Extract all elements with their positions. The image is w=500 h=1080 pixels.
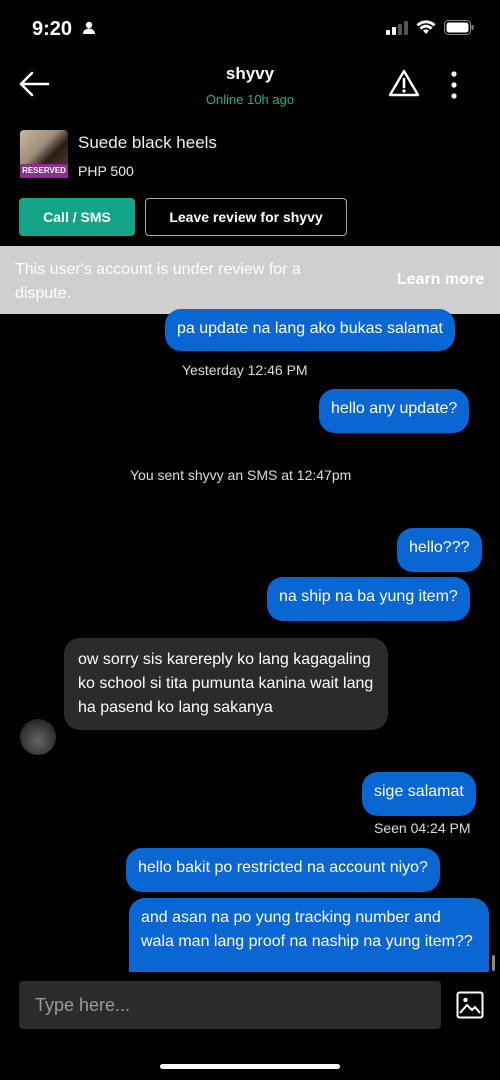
more-options-icon[interactable]: [444, 70, 464, 100]
scrollbar[interactable]: [492, 955, 495, 971]
person-icon: [82, 21, 95, 34]
learn-more-link[interactable]: Learn more: [397, 271, 484, 289]
image-attach-icon[interactable]: [456, 991, 484, 1019]
message-bubble-out[interactable]: sige salamat: [362, 772, 476, 816]
banner-text: This user's account is under review for …: [15, 261, 301, 302]
sms-sent-notice: You sent shyvy an SMS at 12:47pm: [130, 467, 352, 483]
status-time-text: 9:20: [32, 18, 73, 40]
signal-icon: [386, 20, 408, 35]
listing-price: PHP 500: [78, 163, 134, 179]
status-time: 9:20: [32, 18, 96, 41]
seen-status: Seen 04:24 PM: [374, 820, 471, 836]
online-status: Online 10h ago: [205, 92, 295, 107]
wifi-icon: [416, 20, 436, 34]
message-bubble-out[interactable]: pa update na lang ako bukas salamat: [165, 309, 455, 351]
message-input[interactable]: [19, 981, 441, 1029]
leave-review-button[interactable]: Leave review for shyvy: [145, 198, 347, 236]
message-timestamp: Yesterday 12:46 PM: [182, 362, 308, 378]
listing-title[interactable]: Suede black heels: [78, 133, 217, 153]
message-bubble-in[interactable]: ow sorry sis karereply ko lang kagagalin…: [64, 638, 388, 730]
message-bubble-out[interactable]: hello any update?: [319, 389, 470, 433]
message-bubble-out[interactable]: and asan na po yung tracking number and …: [129, 898, 489, 972]
battery-icon: [444, 20, 474, 35]
avatar[interactable]: [20, 719, 56, 755]
status-icons: [386, 20, 474, 35]
home-indicator[interactable]: [160, 1064, 340, 1069]
message-bubble-out[interactable]: hello???: [397, 528, 482, 572]
call-sms-button[interactable]: Call / SMS: [19, 198, 135, 236]
message-bubble-out[interactable]: hello bakit po restricted na account niy…: [126, 848, 440, 892]
message-bubble-out[interactable]: na ship na ba yung item?: [267, 577, 470, 621]
chat-title: shyvy: [225, 64, 275, 83]
reserved-badge: RESERVED: [20, 164, 68, 178]
warning-icon[interactable]: [388, 68, 420, 98]
